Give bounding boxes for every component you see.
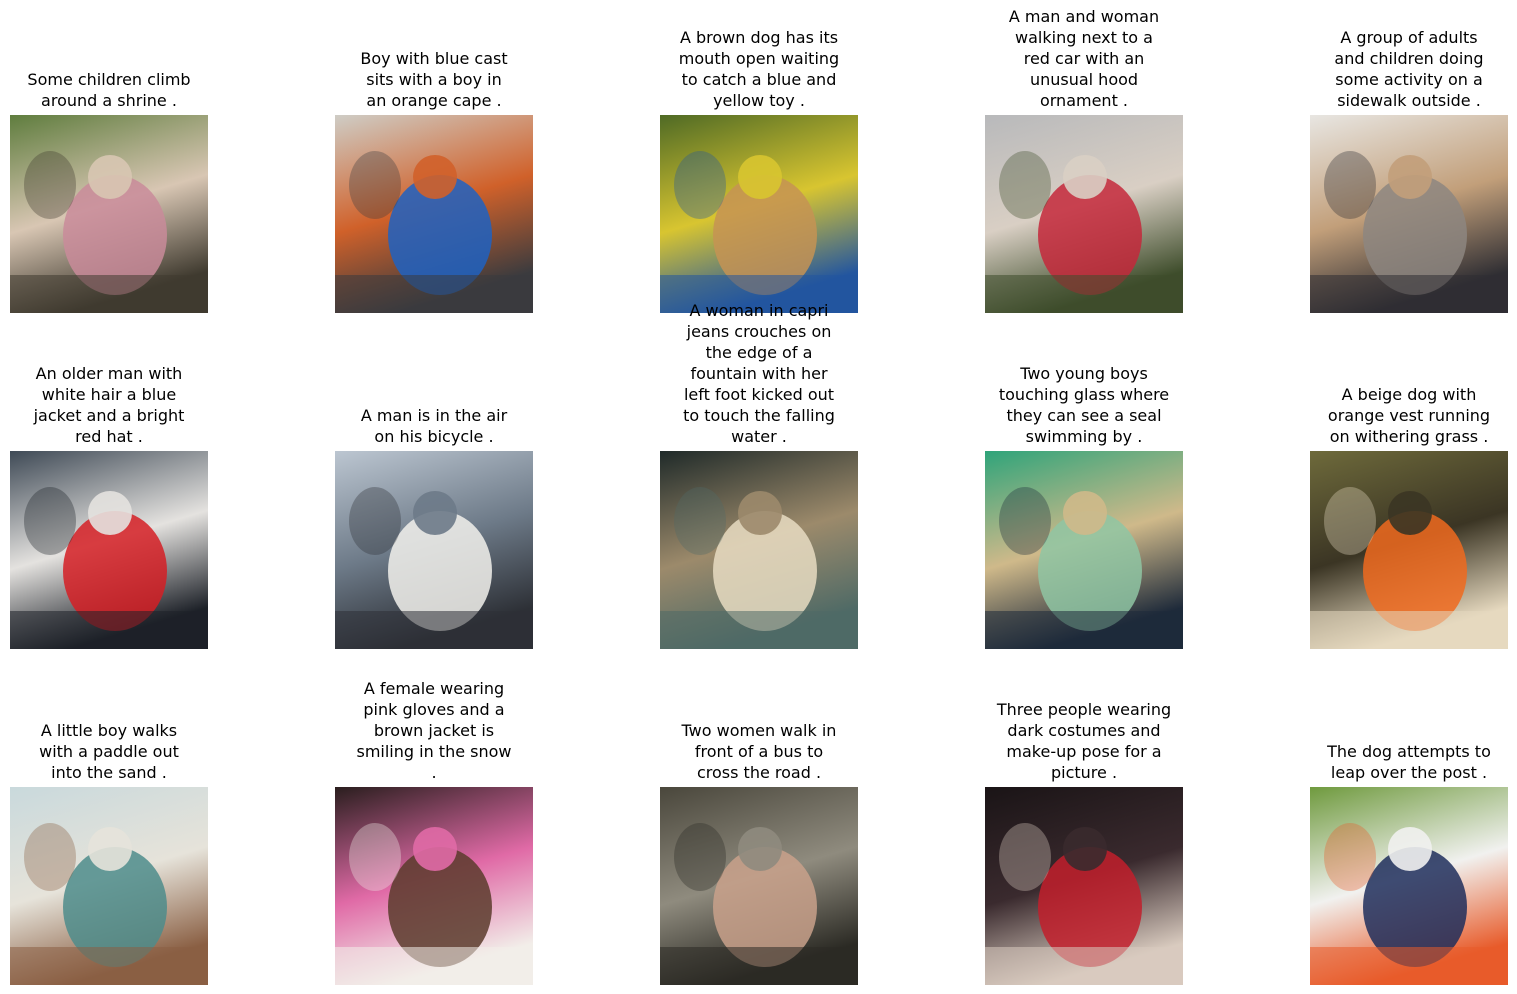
grid-cell: A beige dog with orange vest running on … — [1310, 385, 1508, 649]
dog-agility-leap-photo — [1310, 787, 1508, 985]
image-caption: Three people wearing dark costumes and m… — [996, 700, 1172, 782]
image-caption: An older man with white hair a blue jack… — [33, 364, 185, 446]
dog-orange-vest-photo — [1310, 451, 1508, 649]
grid-cell: Three people wearing dark costumes and m… — [985, 700, 1183, 985]
image-caption: A group of adults and children doing som… — [1334, 28, 1484, 110]
bmx-jump-photo — [335, 451, 533, 649]
boy-paddle-beach-photo — [10, 787, 208, 985]
grid-cell: A man and woman walking next to a red ca… — [985, 7, 1183, 313]
bus-street-photo — [660, 787, 858, 985]
grid-cell: Two women walk in front of a bus to cros… — [660, 721, 858, 985]
image-caption: A female wearing pink gloves and a brown… — [356, 679, 512, 782]
image-caption: A man and woman walking next to a red ca… — [1008, 7, 1160, 110]
couple-red-car-photo — [985, 115, 1183, 313]
photo-frame — [335, 115, 533, 313]
photo-frame — [985, 787, 1183, 985]
grid-cell: A woman in capri jeans crouches on the e… — [660, 301, 858, 649]
aquarium-seal-photo — [985, 451, 1183, 649]
dog-catching-toy-photo — [660, 115, 858, 313]
grid-cell: A brown dog has its mouth open waiting t… — [660, 28, 858, 313]
grid-cell: A man is in the air on his bicycle . — [335, 406, 533, 649]
sidewalk-group-photo — [1310, 115, 1508, 313]
image-caption: A little boy walks with a paddle out int… — [39, 721, 179, 782]
man-red-hat-photo — [10, 451, 208, 649]
children-shrine-photo — [10, 115, 208, 313]
image-caption: Some children climb around a shrine . — [27, 70, 191, 110]
photo-frame — [10, 787, 208, 985]
grid-cell: Two young boys touching glass where they… — [985, 364, 1183, 649]
photo-frame — [985, 115, 1183, 313]
image-caption: Boy with blue cast sits with a boy in an… — [360, 49, 508, 110]
grid-cell: Boy with blue cast sits with a boy in an… — [335, 49, 533, 313]
image-caption: A brown dog has its mouth open waiting t… — [678, 28, 840, 110]
photo-frame — [10, 115, 208, 313]
grid-cell: Some children climb around a shrine . — [10, 70, 208, 313]
image-caption: Two women walk in front of a bus to cros… — [681, 721, 837, 782]
costume-trio-photo — [985, 787, 1183, 985]
photo-frame — [1310, 115, 1508, 313]
photo-frame — [660, 115, 858, 313]
photo-frame — [985, 451, 1183, 649]
image-caption: The dog attempts to leap over the post . — [1327, 742, 1491, 782]
grid-cell: A group of adults and children doing som… — [1310, 28, 1508, 313]
boys-cast-cape-photo — [335, 115, 533, 313]
photo-frame — [660, 451, 858, 649]
grid-cell: A female wearing pink gloves and a brown… — [335, 679, 533, 985]
grid-cell: An older man with white hair a blue jack… — [10, 364, 208, 649]
image-caption: Two young boys touching glass where they… — [998, 364, 1170, 446]
woman-snow-photo — [335, 787, 533, 985]
photo-frame — [1310, 451, 1508, 649]
grid-cell: The dog attempts to leap over the post . — [1310, 742, 1508, 985]
fountain-woman-photo — [660, 451, 858, 649]
photo-frame — [335, 787, 533, 985]
grid-cell: A little boy walks with a paddle out int… — [10, 721, 208, 985]
image-caption: A beige dog with orange vest running on … — [1327, 385, 1491, 446]
photo-frame — [660, 787, 858, 985]
image-caption: A man is in the air on his bicycle . — [360, 406, 508, 446]
photo-frame — [1310, 787, 1508, 985]
photo-frame — [335, 451, 533, 649]
photo-frame — [10, 451, 208, 649]
image-caption: A woman in capri jeans crouches on the e… — [683, 301, 835, 446]
